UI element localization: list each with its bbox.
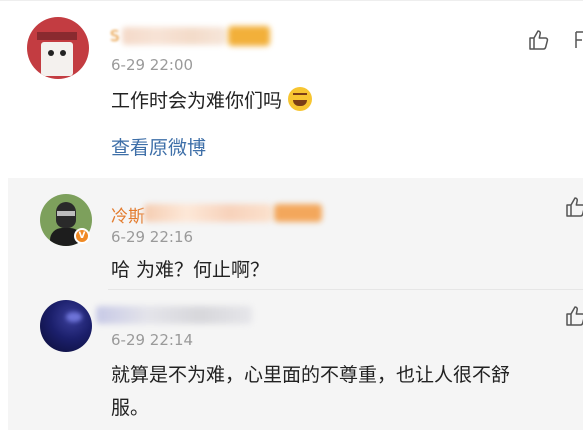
main-comment-text-row: 工作时会为难你们吗 — [111, 86, 313, 113]
reply1-username-prefix[interactable]: 冷斯 — [111, 202, 145, 227]
main-comment-time: 6-29 22:00 — [111, 56, 194, 74]
top-divider — [0, 0, 583, 1]
reply2-username-blurred[interactable] — [96, 306, 252, 324]
verified-badge-icon: V — [74, 228, 90, 244]
reply2-text-line1: 就算是不为难，心里面的不尊重，也让人很不舒 — [111, 364, 511, 386]
avatar-frame — [37, 32, 77, 40]
comment-bubble-icon-partial[interactable] — [574, 30, 583, 50]
reply2-time: 6-29 22:14 — [111, 331, 194, 349]
view-original-weibo-link[interactable]: 查看原微博 — [111, 133, 206, 160]
reply2-text-line2: 服。 — [111, 397, 150, 419]
laughing-tears-emoji-icon — [288, 87, 313, 111]
reply1-text: 哈 为难？何止啊？ — [111, 259, 270, 281]
reply1-like-thumb-icon[interactable] — [564, 195, 583, 219]
reply1-time: 6-29 22:16 — [111, 228, 194, 246]
avatar-sunglasses — [57, 211, 75, 216]
reply1-username-blurred[interactable] — [144, 204, 272, 222]
avatar-cat-figure — [41, 42, 73, 76]
reply1-username-badge-blurred — [274, 204, 322, 222]
like-thumb-icon[interactable] — [527, 28, 551, 52]
main-username-initial[interactable]: S — [110, 27, 120, 45]
main-username-badge-blurred — [228, 26, 270, 46]
reply-divider — [108, 289, 583, 290]
reply2-like-thumb-icon[interactable] — [564, 304, 583, 328]
main-comment: S 6-29 22:00 工作时会为难你们吗 查看原微博 — [0, 0, 583, 178]
main-username-blurred[interactable] — [122, 27, 226, 45]
reply2-avatar[interactable] — [40, 300, 92, 352]
main-comment-text: 工作时会为难你们吗 — [111, 90, 283, 112]
avatar-glow — [66, 312, 82, 322]
main-comment-avatar[interactable] — [27, 17, 89, 79]
